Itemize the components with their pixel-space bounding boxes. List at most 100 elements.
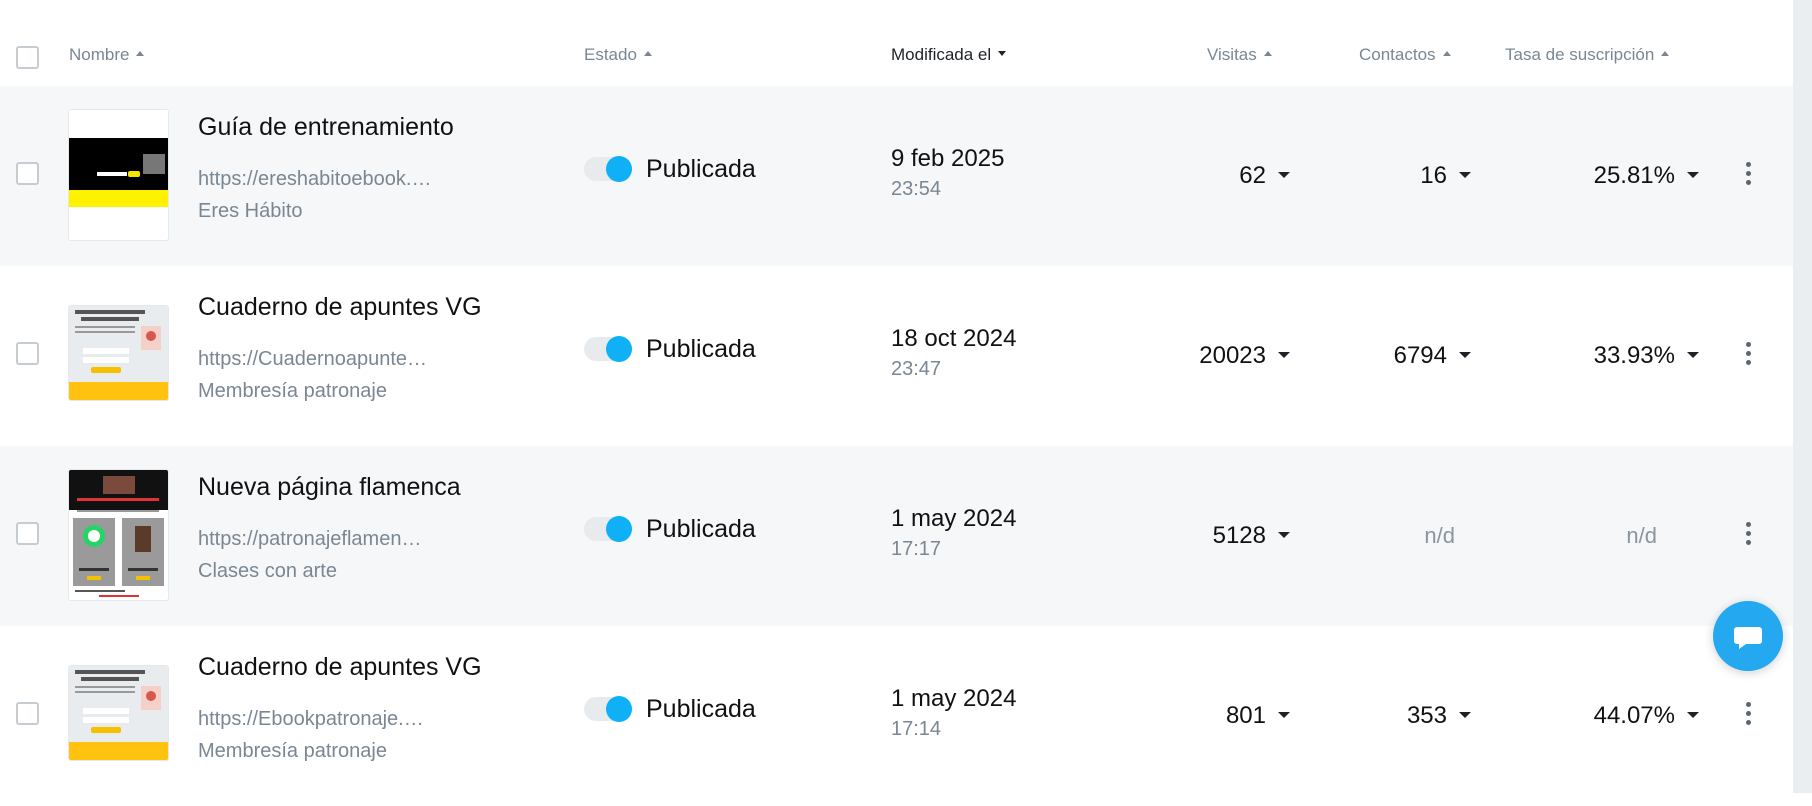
caret-down-icon [1459, 711, 1471, 718]
page-url[interactable]: https://patronajeflamen… [198, 528, 421, 551]
rate-value: 44.07% [1593, 702, 1675, 729]
toggle-knob [606, 336, 632, 362]
caret-down-icon [1687, 351, 1699, 358]
visits-dropdown[interactable]: 801 [1226, 702, 1290, 730]
publish-toggle[interactable] [584, 156, 632, 182]
row-checkbox[interactable] [16, 342, 39, 365]
header-visits-label: Visitas [1207, 45, 1257, 64]
chat-button[interactable] [1713, 601, 1783, 671]
contacts-value: 6794 [1393, 342, 1447, 369]
more-options-icon[interactable] [1738, 342, 1758, 370]
status-label: Publicada [646, 155, 756, 183]
table-header: Nombre Estado Modificada el Visitas Cont… [0, 0, 1793, 86]
page-project: Clases con arte [198, 560, 337, 582]
sort-asc-icon [136, 51, 145, 57]
caret-down-icon [1687, 171, 1699, 178]
landing-pages-table: Nombre Estado Modificada el Visitas Cont… [0, 0, 1793, 793]
rate-dropdown[interactable]: 25.81% [1594, 162, 1699, 190]
sort-modified-header[interactable]: Modificada el [891, 45, 1007, 65]
modified-time: 23:47 [891, 358, 942, 380]
visits-dropdown[interactable]: 20023 [1199, 342, 1290, 370]
caret-down-icon [1278, 171, 1290, 178]
sort-asc-icon [1661, 51, 1670, 57]
sort-visits-header[interactable]: Visitas [1207, 45, 1272, 65]
rate-value: 33.93% [1593, 342, 1675, 369]
caret-down-icon [1278, 531, 1290, 538]
table-row[interactable]: Cuaderno de apuntes VG https://Ebookpatr… [0, 626, 1793, 806]
status-label: Publicada [646, 335, 756, 363]
visits-dropdown[interactable]: 5128 [1213, 522, 1290, 550]
status-label: Publicada [646, 695, 756, 723]
select-all-checkbox[interactable] [16, 46, 39, 69]
page-project: Eres Hábito [198, 200, 303, 222]
caret-down-icon [1459, 351, 1471, 358]
rate-value: n/d [1626, 523, 1657, 548]
sort-asc-icon [1263, 51, 1272, 57]
sort-asc-icon [1442, 51, 1451, 57]
page-url[interactable]: https://Cuadernoapunte… [198, 348, 427, 371]
page-scrollbar[interactable] [1793, 0, 1812, 793]
sort-name-header[interactable]: Nombre [69, 45, 145, 65]
row-checkbox[interactable] [16, 162, 39, 185]
visits-value: 62 [1239, 162, 1266, 189]
modified-date: 9 feb 2025 [891, 145, 1005, 172]
page-thumbnail[interactable] [69, 306, 168, 400]
contacts-dropdown[interactable]: 6794 [1394, 342, 1471, 370]
page-url[interactable]: https://ereshabitoebook.… [198, 168, 431, 191]
modified-time: 23:54 [891, 178, 942, 200]
rate-value: 25.81% [1593, 162, 1675, 189]
publish-toggle[interactable] [584, 696, 632, 722]
row-checkbox[interactable] [16, 702, 39, 725]
modified-date: 1 may 2024 [891, 685, 1017, 712]
sort-desc-icon [998, 51, 1007, 57]
publish-toggle[interactable] [584, 336, 632, 362]
rate-dropdown[interactable]: 33.93% [1594, 342, 1699, 370]
sort-status-header[interactable]: Estado [584, 45, 652, 65]
visits-dropdown[interactable]: 62 [1239, 162, 1290, 190]
modified-date: 1 may 2024 [891, 505, 1017, 532]
modified-time: 17:17 [891, 538, 942, 560]
sort-rate-header[interactable]: Tasa de suscripción [1505, 45, 1670, 65]
page-thumbnail[interactable] [69, 110, 168, 240]
more-options-icon[interactable] [1738, 162, 1758, 190]
caret-down-icon [1459, 171, 1471, 178]
table-row[interactable]: Nueva página flamenca https://patronajef… [0, 446, 1793, 626]
page-title[interactable]: Guía de entrenamiento [198, 113, 454, 142]
header-modified-label: Modificada el [891, 45, 992, 64]
toggle-knob [606, 696, 632, 722]
header-contacts-label: Contactos [1359, 45, 1436, 64]
header-name-label: Nombre [69, 45, 130, 64]
page-project: Membresía patronaje [198, 380, 387, 402]
contacts-value: n/d [1424, 523, 1455, 548]
contacts-value: 16 [1420, 162, 1447, 189]
more-options-icon[interactable] [1738, 522, 1758, 550]
header-status-label: Estado [584, 45, 637, 64]
page-title[interactable]: Cuaderno de apuntes VG [198, 653, 482, 682]
toggle-knob [606, 156, 632, 182]
page-thumbnail[interactable] [69, 666, 168, 760]
publish-toggle[interactable] [584, 516, 632, 542]
visits-value: 5128 [1212, 522, 1266, 549]
modified-time: 17:14 [891, 718, 942, 740]
row-checkbox[interactable] [16, 522, 39, 545]
caret-down-icon [1278, 351, 1290, 358]
page-url[interactable]: https://Ebookpatronaje.… [198, 708, 424, 731]
table-row[interactable]: Cuaderno de apuntes VG https://Cuadernoa… [0, 266, 1793, 446]
page-title[interactable]: Nueva página flamenca [198, 473, 461, 502]
chat-bubble-icon [1734, 627, 1762, 649]
rate-dropdown[interactable]: 44.07% [1594, 702, 1699, 730]
more-options-icon[interactable] [1738, 702, 1758, 730]
sort-contacts-header[interactable]: Contactos [1359, 45, 1451, 65]
table-row[interactable]: Guía de entrenamiento https://ereshabito… [0, 86, 1793, 266]
visits-value: 20023 [1199, 342, 1266, 369]
sort-asc-icon [643, 51, 652, 57]
modified-date: 18 oct 2024 [891, 325, 1017, 352]
toggle-knob [606, 516, 632, 542]
caret-down-icon [1687, 711, 1699, 718]
contacts-value: 353 [1406, 702, 1447, 729]
page-title[interactable]: Cuaderno de apuntes VG [198, 293, 482, 322]
page-thumbnail[interactable] [69, 470, 168, 600]
visits-value: 801 [1225, 702, 1266, 729]
contacts-dropdown[interactable]: 16 [1420, 162, 1471, 190]
contacts-dropdown[interactable]: 353 [1407, 702, 1471, 730]
